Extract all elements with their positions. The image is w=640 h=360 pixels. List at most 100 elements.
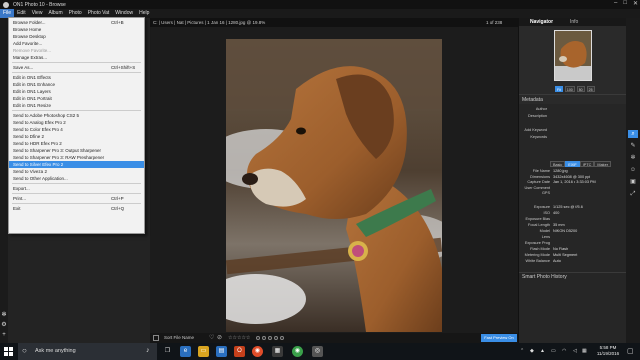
- file-menu-item[interactable]: Send to Sharpener Pro 3: Output Sharpene…: [9, 147, 144, 154]
- file-menu-item[interactable]: Manage Extras...: [9, 54, 144, 61]
- file-menu-item[interactable]: Edit in ON1 Portrait: [9, 95, 144, 102]
- file-menu-item[interactable]: Send to Dfine 2: [9, 133, 144, 140]
- minimize-icon[interactable]: –: [614, 0, 617, 7]
- field-value[interactable]: 400: [553, 211, 559, 215]
- file-menu-item[interactable]: Export...: [9, 185, 144, 192]
- file-menu-item[interactable]: Edit in ON1 Resize: [9, 102, 144, 109]
- star-rating[interactable]: ☆☆☆☆☆: [228, 333, 250, 343]
- field-value[interactable]: Multi Segment: [553, 253, 577, 257]
- file-menu-item[interactable]: Browse Desktop: [9, 33, 144, 40]
- file-menu-item[interactable]: Send to Viveza 2: [9, 168, 144, 175]
- sort-label[interactable]: Sort File Name: [164, 333, 194, 343]
- file-menu-item[interactable]: Send to Adobe Photoshop CS2 5: [9, 112, 144, 119]
- window-title: ON1 Photo 10 - Browse: [13, 1, 66, 8]
- file-menu-item[interactable]: Browse Home: [9, 26, 144, 33]
- resize-tool-icon[interactable]: ⤢: [628, 190, 638, 198]
- browse-tool-icon[interactable]: ⌕: [628, 130, 638, 138]
- settings-icon[interactable]: ✻: [1, 312, 7, 318]
- field-value[interactable]: Auto: [553, 259, 561, 263]
- file-explorer-icon[interactable]: ▭: [198, 346, 209, 357]
- file-menu-item[interactable]: Add Favorite...: [9, 40, 144, 47]
- photo-viewport[interactable]: [150, 27, 518, 333]
- file-menu-item[interactable]: Edit in ON1 Enhance: [9, 81, 144, 88]
- field-value[interactable]: Jan 1, 2016 • 3:33:03 PM: [553, 180, 596, 184]
- color-label-4[interactable]: [274, 336, 278, 340]
- filmstrip-toggle[interactable]: [153, 335, 159, 341]
- store-icon[interactable]: ▤: [216, 346, 227, 357]
- metadata-header[interactable]: Metadata: [522, 97, 543, 103]
- add-icon[interactable]: +: [1, 332, 7, 338]
- file-menu-item[interactable]: Print... Ctrl+P: [9, 195, 144, 202]
- zoom-fit-button[interactable]: Fit: [555, 86, 563, 92]
- file-menu-item[interactable]: Edit in ON1 Effects: [9, 74, 144, 81]
- tab-info[interactable]: Info: [570, 18, 578, 26]
- reject-icon[interactable]: ⊘: [217, 333, 222, 343]
- portrait-tool-icon[interactable]: ☺: [628, 166, 638, 174]
- color-label-5[interactable]: [280, 336, 284, 340]
- color-label-3[interactable]: [268, 336, 272, 340]
- zoom-100-button[interactable]: 100: [564, 86, 575, 92]
- tab-exif[interactable]: EXIF: [565, 161, 580, 167]
- battery-icon[interactable]: ▭: [551, 343, 556, 360]
- menu-separator: [12, 203, 141, 204]
- gear-icon[interactable]: ⚙: [1, 322, 7, 328]
- windows-start-icon[interactable]: [4, 347, 13, 356]
- chrome-alt-icon[interactable]: ◉: [292, 346, 303, 357]
- volume-icon[interactable]: ◁: [573, 343, 577, 360]
- maximize-icon[interactable]: □: [623, 0, 627, 7]
- develop-tool-icon[interactable]: ✎: [628, 142, 638, 150]
- taskbar-search[interactable]: ○ Ask me anything ♪: [18, 343, 157, 360]
- color-label-2[interactable]: [262, 336, 266, 340]
- tab-basic[interactable]: Basic: [550, 161, 566, 167]
- tray-chevron-icon[interactable]: ⌃: [520, 343, 524, 360]
- field-value[interactable]: 35 mm: [553, 223, 565, 227]
- fast-preview-button[interactable]: Fast Preview On: [481, 334, 517, 342]
- file-menu-item[interactable]: Send to Color Efex Pro 4: [9, 126, 144, 133]
- app-icon-grid[interactable]: ▦: [272, 346, 283, 357]
- tab-navigator[interactable]: Navigator: [530, 18, 553, 26]
- office-icon[interactable]: O: [234, 346, 245, 357]
- heart-icon[interactable]: ♡: [209, 333, 214, 343]
- navigator-thumbnail[interactable]: [554, 30, 592, 81]
- file-menu-item[interactable]: Edit in ON1 Layers: [9, 88, 144, 95]
- history-header[interactable]: Smart Photo History: [522, 274, 567, 280]
- zoom-50-button[interactable]: 50: [576, 86, 585, 92]
- field-value[interactable]: NIKON D5200: [553, 229, 577, 233]
- file-menu-item[interactable]: Send to Sharpener Pro 3: RAW Presharpene…: [9, 154, 144, 161]
- tab-maker[interactable]: Maker: [594, 161, 611, 167]
- file-menu-item-label: Send to Analog Efex Pro 2: [13, 120, 66, 125]
- breadcrumb[interactable]: C: | Users | Nat | Pictures | 1 Jan 16 |…: [153, 18, 265, 27]
- field-value[interactable]: 1/125 sec @ f/5.6: [553, 205, 583, 209]
- field-value[interactable]: No Flash: [553, 247, 568, 251]
- tab-iptc[interactable]: IPTC: [579, 161, 595, 167]
- file-menu-item-label: Remove Favorite...: [13, 48, 52, 53]
- zoom-25-button[interactable]: 25: [586, 86, 595, 92]
- task-view-icon[interactable]: ❐: [162, 346, 173, 357]
- file-menu-item[interactable]: Save As... Ctrl+Shift+S: [9, 64, 144, 71]
- file-menu-item[interactable]: Exit Ctrl+Q: [9, 205, 144, 212]
- file-menu-item[interactable]: Send to HDR Efex Pro 2: [9, 140, 144, 147]
- edge-icon[interactable]: e: [180, 346, 191, 357]
- microphone-icon[interactable]: ♪: [146, 347, 150, 354]
- on1-photo-taskbar-icon[interactable]: ◎: [312, 346, 323, 357]
- field-value[interactable]: 3432x4608 @ 300 ppi: [553, 175, 590, 179]
- network-icon[interactable]: ◠: [562, 343, 566, 360]
- field-label: ISO: [543, 211, 550, 215]
- layers-tool-icon[interactable]: ▣: [628, 178, 638, 186]
- chrome-icon[interactable]: ◉: [252, 346, 263, 357]
- notification-icon[interactable]: ▢: [627, 347, 634, 355]
- keyboard-icon[interactable]: ▦: [582, 343, 587, 360]
- file-menu-item[interactable]: Send to Silver Efex Pro 2: [9, 161, 144, 168]
- file-menu-item[interactable]: Browse Folder... Ctrl+B: [9, 19, 144, 26]
- file-menu-item[interactable]: Send to Analog Efex Pro 2: [9, 119, 144, 126]
- effects-tool-icon[interactable]: ✲: [628, 154, 638, 162]
- color-label-1[interactable]: [256, 336, 260, 340]
- field-label: Keywords: [530, 134, 547, 139]
- dog-photo[interactable]: [226, 39, 442, 332]
- field-value[interactable]: 1280.jpg: [553, 169, 568, 173]
- file-menu-item[interactable]: Send to Other Application...: [9, 175, 144, 182]
- tray-shield-icon[interactable]: ▲: [540, 343, 545, 360]
- close-icon[interactable]: ✕: [633, 0, 638, 7]
- tray-app-icon[interactable]: ◆: [530, 343, 534, 360]
- clock[interactable]: 5:58 PM 11/19/2016: [593, 345, 623, 357]
